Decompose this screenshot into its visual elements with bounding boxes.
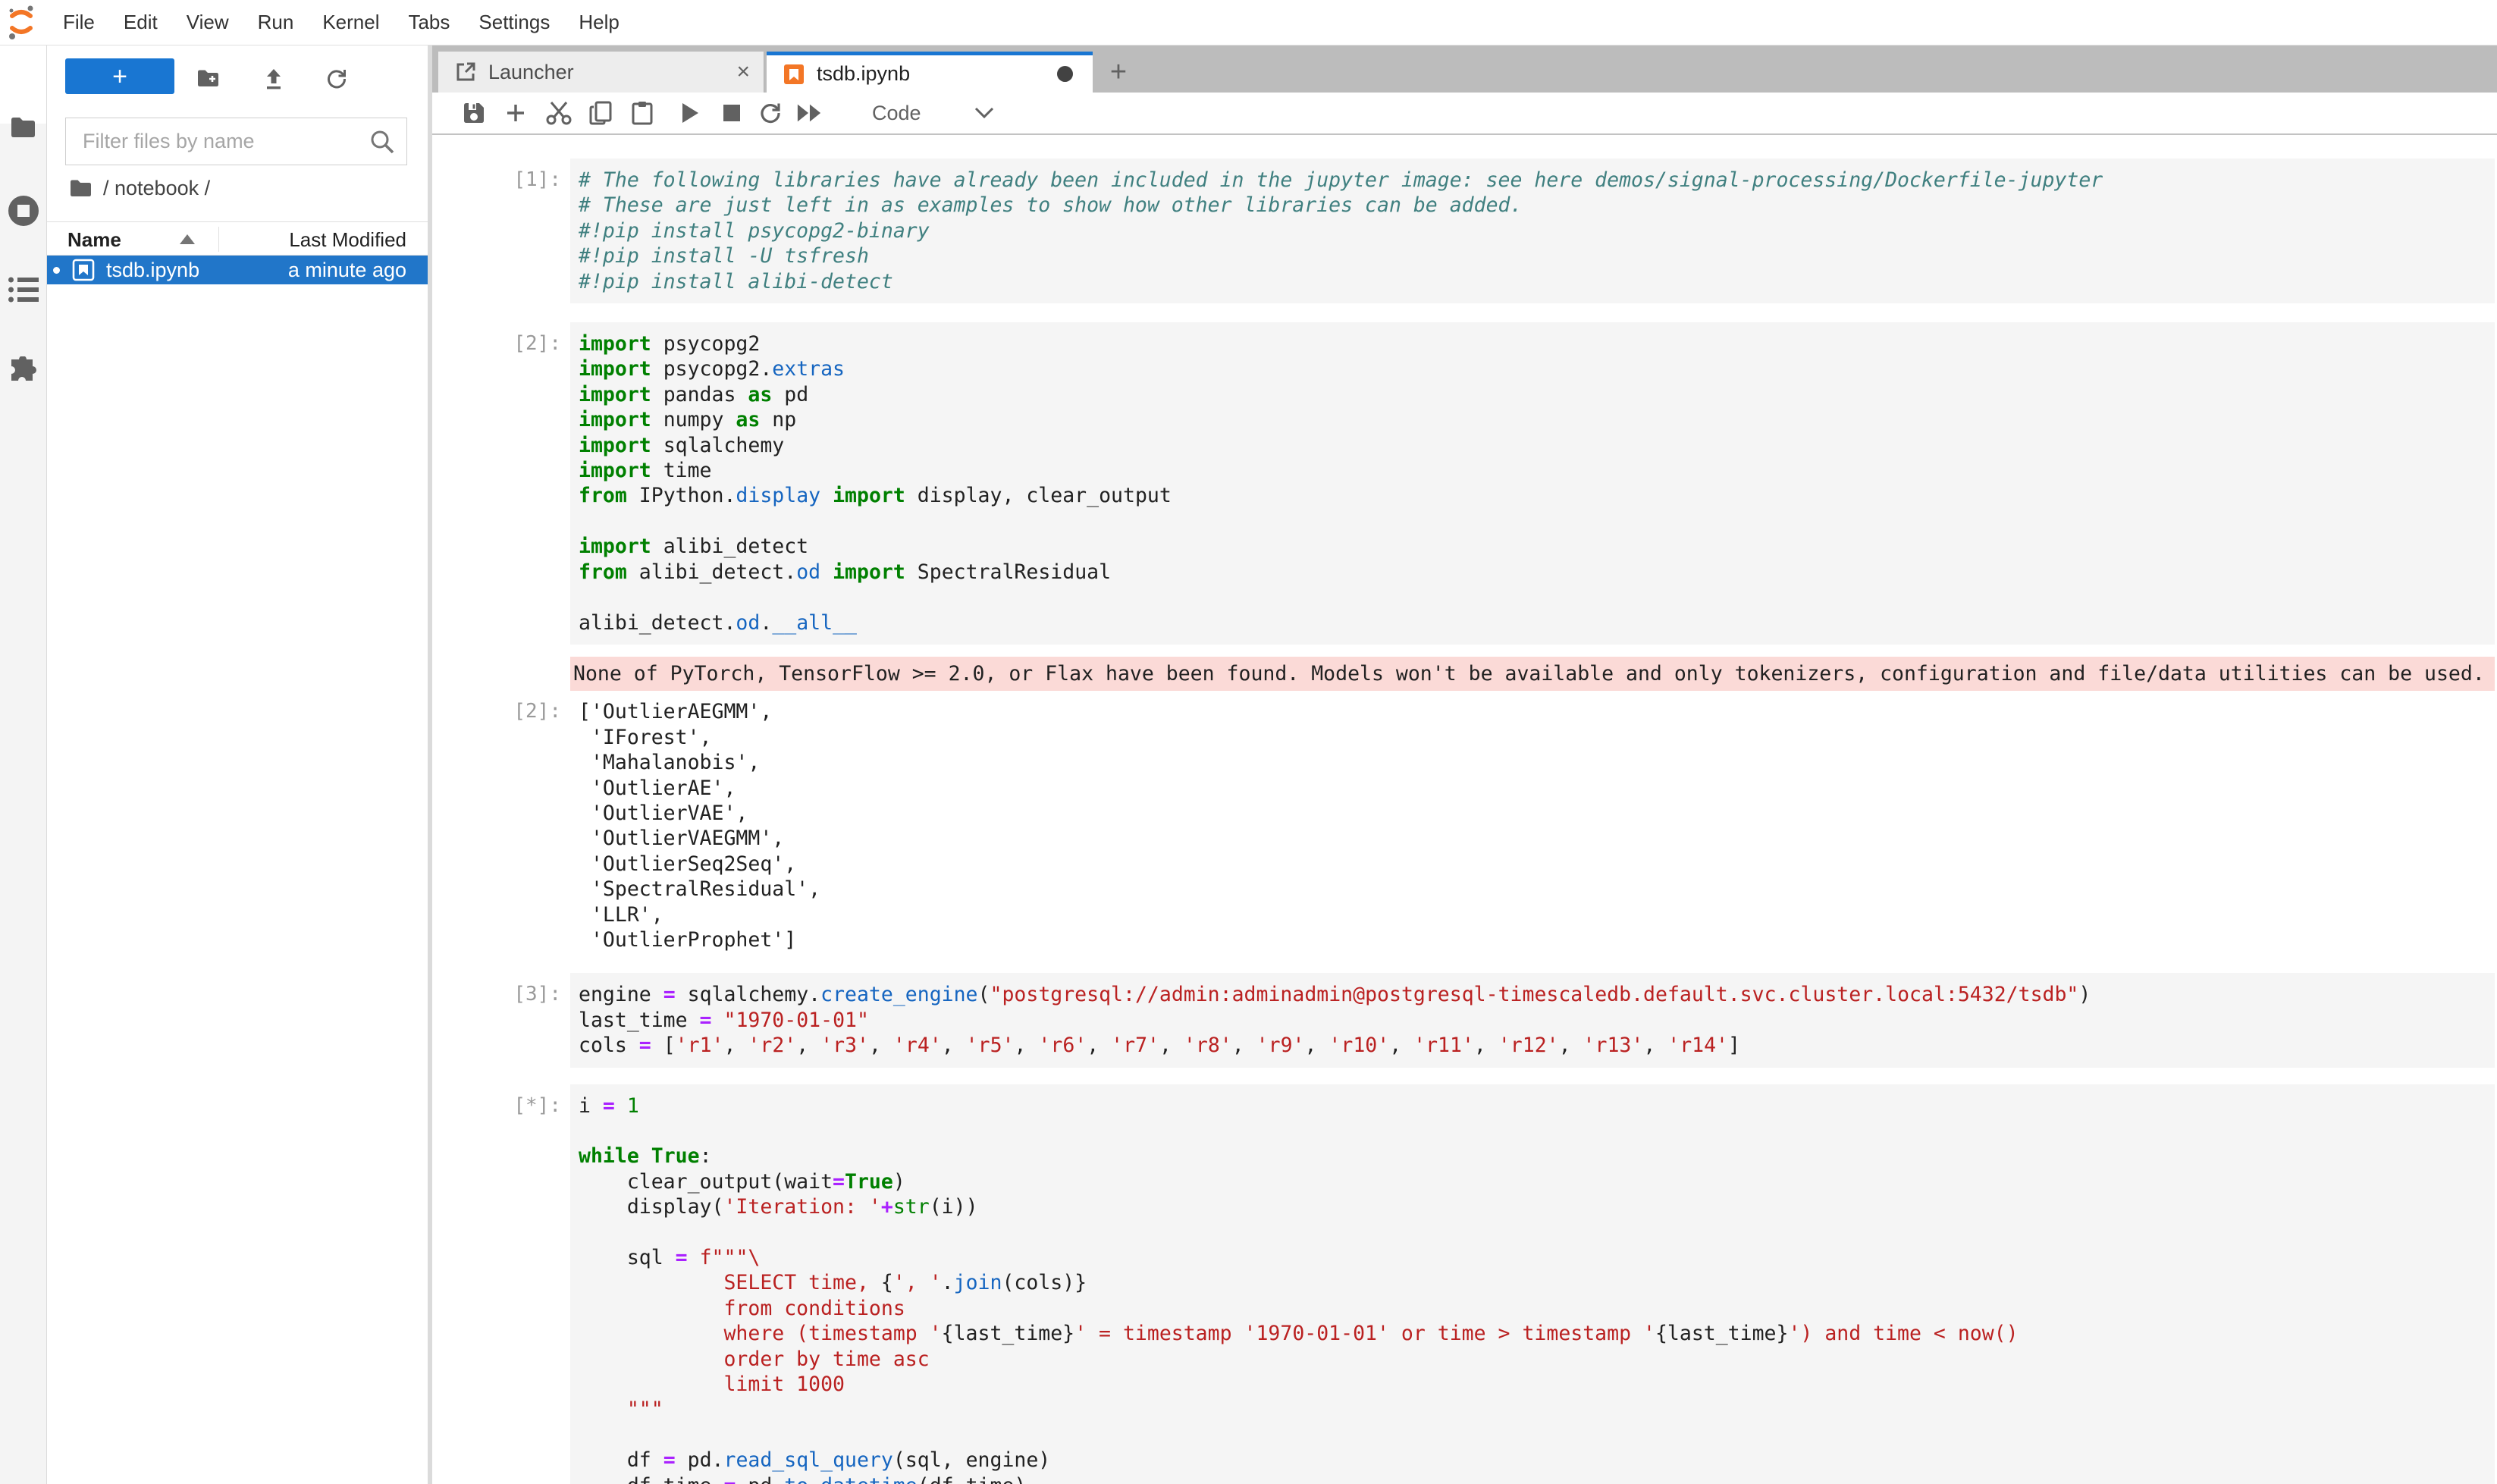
save-button[interactable] (461, 100, 487, 126)
file-browser-toolbar: + (47, 45, 428, 115)
file-browser-panel: + (47, 45, 428, 1484)
column-header-name[interactable]: Name (67, 228, 121, 252)
unsaved-changes-icon[interactable] (1057, 66, 1073, 82)
restart-icon (759, 102, 782, 124)
column-divider (218, 227, 219, 252)
sort-ascending-icon (180, 234, 195, 244)
menu-settings[interactable]: Settings (464, 0, 564, 45)
stop-icon (723, 104, 741, 122)
menu-tabs[interactable]: Tabs (394, 0, 464, 45)
new-folder-button[interactable] (197, 68, 220, 88)
notebook-file-icon (72, 259, 95, 281)
fast-forward-icon (796, 103, 822, 123)
interrupt-kernel-button[interactable] (719, 100, 745, 126)
cell-input-prompt: [2]: (432, 331, 561, 356)
close-tab-icon[interactable]: × (736, 59, 750, 85)
tab-bar: Launcher × tsdb.ipynb + (432, 45, 2497, 93)
copy-icon (589, 101, 612, 125)
file-name: tsdb.ipynb (106, 259, 199, 282)
file-modified-time: a minute ago (288, 259, 406, 282)
left-sidebar-strip (0, 45, 47, 1484)
running-kernels-tab[interactable] (0, 195, 47, 227)
tab-launcher[interactable]: Launcher × (438, 52, 764, 93)
paste-icon (632, 101, 653, 125)
menu-bar: File Edit View Run Kernel Tabs Settings … (0, 0, 2497, 45)
cell-input-prompt: [1]: (432, 168, 561, 193)
main-dock-panel: Launcher × tsdb.ipynb + (432, 45, 2497, 1484)
menu-run[interactable]: Run (243, 0, 309, 45)
refresh-icon (326, 68, 347, 89)
menu-help[interactable]: Help (564, 0, 633, 45)
list-icon (8, 277, 39, 303)
menu-file[interactable]: File (49, 0, 109, 45)
column-header-modified[interactable]: Last Modified (289, 228, 406, 252)
tab-notebook-label: tsdb.ipynb (817, 62, 910, 86)
run-cell-button[interactable] (677, 100, 703, 126)
code-cell: [2]:import psycopg2 import psycopg2.extr… (570, 322, 2495, 645)
stop-circle-icon (8, 195, 39, 227)
menu-list: File Edit View Run Kernel Tabs Settings … (49, 0, 634, 45)
menu-view[interactable]: View (172, 0, 243, 45)
extension-manager-tab[interactable] (0, 356, 47, 387)
launcher-icon (455, 61, 476, 83)
execute-result-output: [2]:['OutlierAEGMM', 'IForest', 'Mahalan… (570, 699, 2495, 952)
home-folder-icon (70, 178, 93, 198)
notebook-content: [1]: # The following libraries have alrea… (432, 136, 2497, 1484)
sidebar-active-tab-highlight (0, 45, 46, 124)
cell-editor[interactable]: # The following libraries have already b… (570, 158, 2495, 303)
breadcrumb[interactable]: / notebook / (70, 173, 210, 203)
code-cell: [3]:engine = sqlalchemy.create_engine("p… (570, 973, 2495, 1067)
paste-cells-button[interactable] (629, 100, 655, 126)
add-cell-button[interactable] (503, 100, 529, 126)
cell-editor[interactable]: import psycopg2 import psycopg2.extras i… (570, 322, 2495, 645)
cut-cells-button[interactable] (546, 100, 572, 126)
cell-output-prompt: [2]: (432, 699, 561, 724)
cell-editor[interactable]: engine = sqlalchemy.create_engine("postg… (570, 973, 2495, 1067)
stderr-output: None of PyTorch, TensorFlow >= 2.0, or F… (570, 657, 2495, 691)
breadcrumb-path: / notebook / (103, 177, 210, 200)
run-icon (680, 102, 700, 124)
restart-kernel-button[interactable] (758, 100, 783, 126)
tab-tsdb-ipynb[interactable]: tsdb.ipynb (767, 52, 1093, 93)
folder-icon (11, 115, 36, 140)
cell-input-prompt: [3]: (432, 982, 561, 1007)
search-icon (369, 128, 396, 155)
jupyter-logo-icon (8, 5, 35, 40)
cell-type-dropdown[interactable]: Code (872, 102, 921, 125)
filter-files-input[interactable] (66, 118, 406, 165)
scissors-icon (546, 101, 572, 125)
running-dot-icon (53, 267, 60, 274)
new-launcher-button[interactable]: + (65, 58, 174, 94)
chevron-down-icon[interactable] (974, 107, 994, 119)
file-list-header: Name Last Modified (47, 221, 428, 256)
table-of-contents-tab[interactable] (0, 277, 47, 303)
upload-icon (264, 68, 284, 89)
refresh-button[interactable] (326, 68, 347, 89)
menu-edit[interactable]: Edit (109, 0, 172, 45)
notebook-toolbar: Code (432, 93, 2497, 135)
upload-button[interactable] (264, 68, 284, 89)
cell-output-area: ['OutlierAEGMM', 'IForest', 'Mahalanobis… (570, 699, 2495, 952)
cell-output-area: None of PyTorch, TensorFlow >= 2.0, or F… (570, 657, 2495, 691)
notebook-tab-icon (783, 64, 805, 85)
save-icon (463, 102, 485, 124)
puzzle-icon (8, 356, 39, 387)
code-cell: [*]:i = 1 while True: clear_output(wait=… (570, 1084, 2495, 1484)
filter-box (65, 118, 407, 165)
copy-cells-button[interactable] (588, 100, 613, 126)
tab-launcher-label: Launcher (488, 61, 574, 84)
code-cell: [1]:# The following libraries have alrea… (570, 158, 2495, 303)
new-tab-button[interactable]: + (1102, 56, 1135, 89)
restart-run-all-button[interactable] (796, 100, 822, 126)
cell-editor[interactable]: i = 1 while True: clear_output(wait=True… (570, 1084, 2495, 1484)
file-row-tsdb-ipynb[interactable]: tsdb.ipynb a minute ago (47, 256, 428, 284)
file-browser-tab[interactable] (0, 115, 47, 140)
plus-icon (505, 102, 526, 124)
new-folder-icon (197, 68, 220, 88)
menu-kernel[interactable]: Kernel (308, 0, 394, 45)
cell-input-prompt: [*]: (432, 1093, 561, 1118)
